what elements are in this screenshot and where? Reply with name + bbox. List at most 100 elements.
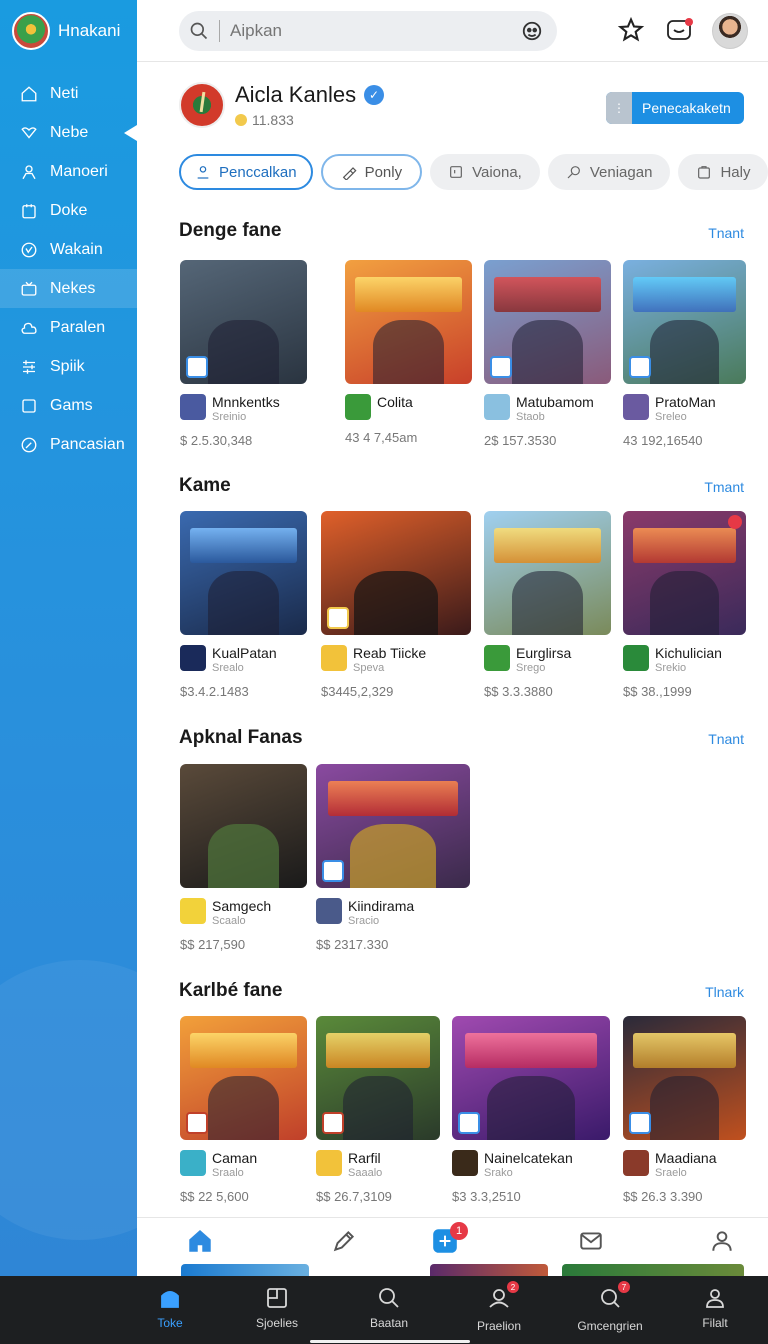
game-card[interactable]: Rarfil Saaalo $$ 26.7,3109 xyxy=(316,1016,440,1204)
game-subtitle: Sracio xyxy=(348,915,380,927)
star-icon[interactable] xyxy=(617,16,645,44)
tab-create[interactable]: 1 xyxy=(432,1222,468,1256)
game-card[interactable]: Kichulician Srekio $$ 38.,1999 xyxy=(623,511,746,699)
app-tab-bar: 1 xyxy=(137,1217,768,1267)
brand-name: Hnakani xyxy=(58,21,121,40)
chip-veniagan[interactable]: Veniagan xyxy=(547,154,671,190)
game-card[interactable]: Reab Tiicke Speva $3445,2,329 xyxy=(321,511,471,699)
game-subtitle: Srekio xyxy=(655,662,687,674)
nav-label: Baatan xyxy=(369,1316,409,1330)
game-price: 43 192,16540 xyxy=(623,433,703,448)
game-subtitle: Scaalo xyxy=(212,915,246,927)
game-name: PratoMan xyxy=(655,394,716,410)
see-all-link[interactable]: Tnant xyxy=(708,731,744,747)
nav-praelion[interactable]: 2 Praelion xyxy=(444,1281,554,1333)
chip-label: Veniagan xyxy=(589,163,653,181)
game-card[interactable]: Kiindirama Sracio $$ 2317.330 xyxy=(316,764,470,952)
top-bar xyxy=(137,0,768,62)
sidebar-item-nebe[interactable]: Nebe xyxy=(0,113,137,152)
clock-icon xyxy=(20,241,38,259)
game-icon xyxy=(345,394,371,420)
game-price: $$ 2317.330 xyxy=(316,937,389,952)
chip-haly[interactable]: Haly xyxy=(678,154,768,190)
user-icon xyxy=(20,163,38,181)
sidebar-item-paralen[interactable]: Paralen xyxy=(0,308,137,347)
game-card[interactable]: KualPatan Srealo $3.4.2.1483 xyxy=(180,511,307,699)
grid-icon xyxy=(267,1288,287,1308)
game-card[interactable]: Eurglirsa Srego $$ 3.3.3880 xyxy=(484,511,611,699)
profile-count: 11.833 xyxy=(252,112,294,128)
home-icon xyxy=(189,1229,211,1252)
primary-action-button[interactable]: ⋮ Penecakaketn xyxy=(606,92,744,124)
sidebar-item-wakain[interactable]: Wakain xyxy=(0,230,137,269)
game-icon xyxy=(484,394,510,420)
sidebar-item-label: Gams xyxy=(50,396,93,414)
sidebar-item-label: Paralen xyxy=(50,318,106,336)
sidebar-item-nekes[interactable]: Nekes xyxy=(0,269,137,308)
avatar[interactable] xyxy=(712,13,748,49)
nav-baatan[interactable]: Baatan xyxy=(334,1286,444,1330)
sidebar-nav: Neti Nebe Manoeri Doke Wakain Nekes Para… xyxy=(0,74,137,464)
search-bar[interactable] xyxy=(179,11,557,51)
chip-penccalkan[interactable]: Penccalkan xyxy=(179,154,313,190)
game-name: Caman xyxy=(212,1150,258,1166)
nav-toke[interactable]: Toke xyxy=(115,1286,225,1330)
nav-filalt[interactable]: Filalt xyxy=(660,1286,768,1330)
game-card[interactable]: Matubamom Staob 2$ 157.3530 xyxy=(484,260,611,448)
sidebar-item-manoeri[interactable]: Manoeri xyxy=(0,152,137,191)
sidebar-item-spiik[interactable]: Spiik xyxy=(0,347,137,386)
nav-gmcengrien[interactable]: 7 Gmcengrien xyxy=(555,1281,665,1333)
game-name: Reab Tiicke xyxy=(353,645,427,661)
game-icon xyxy=(452,1150,478,1176)
profile-logo xyxy=(179,82,225,128)
heart-icon xyxy=(20,124,38,142)
home-icon xyxy=(161,1291,179,1308)
search-input[interactable] xyxy=(230,21,500,41)
brand[interactable]: Hnakani xyxy=(0,0,137,62)
section-title: Kame xyxy=(179,475,231,496)
see-all-link[interactable]: Tmant xyxy=(704,479,744,495)
sidebar-item-neti[interactable]: Neti xyxy=(0,74,137,113)
chip-ponly[interactable]: Ponly xyxy=(320,154,423,190)
game-icon xyxy=(180,898,206,924)
game-price: $$ 26.7,3109 xyxy=(316,1189,392,1204)
coin-icon xyxy=(235,114,247,126)
game-card[interactable]: Colita 43 4 7,45am xyxy=(345,260,472,445)
tab-profile[interactable] xyxy=(709,1228,737,1256)
game-thumbnail xyxy=(180,260,307,384)
nav-sjoelies[interactable]: Sjoelies xyxy=(222,1286,332,1330)
game-price: $$ 3.3.3880 xyxy=(484,684,553,699)
game-name: Samgech xyxy=(212,898,272,914)
see-all-link[interactable]: Tlnark xyxy=(705,984,744,1000)
see-all-link[interactable]: Tnant xyxy=(708,225,744,241)
nav-badge: 2 xyxy=(507,1281,519,1293)
game-card[interactable]: Caman Sraalo $$ 22 5,600 xyxy=(180,1016,307,1204)
section-title: Karlbé fane xyxy=(179,980,283,1001)
game-icon xyxy=(180,645,206,671)
sidebar-item-pancasian[interactable]: Pancasian xyxy=(0,425,137,464)
chip-vaiona[interactable]: Vaiona, xyxy=(430,154,540,190)
profile-header: Aicla Kanles ✓ 11.833 xyxy=(179,82,385,128)
game-card[interactable]: Nainelcatekan Srako $3 3.3,2510 xyxy=(452,1016,610,1204)
game-card[interactable]: Maadiana Sraelo $$ 26.3 3.390 xyxy=(623,1016,746,1204)
sidebar-item-doke[interactable]: Doke xyxy=(0,191,137,230)
peek-card xyxy=(181,1264,309,1276)
game-thumbnail xyxy=(180,1016,307,1140)
chip-label: Ponly xyxy=(364,163,403,181)
brand-logo xyxy=(12,12,50,50)
section-title: Apknal Fanas xyxy=(179,727,303,748)
sidebar-item-gams[interactable]: Gams xyxy=(0,386,137,425)
tab-edit[interactable] xyxy=(331,1228,359,1256)
game-card[interactable]: Mnnkentks Sreinio $ 2.5.30,348 xyxy=(180,260,307,448)
game-card[interactable]: PratoMan Sreleo 43 192,16540 xyxy=(623,260,746,448)
game-subtitle: Sraalo xyxy=(212,1167,244,1179)
game-name: KualPatan xyxy=(212,645,277,661)
sidebar-item-label: Nekes xyxy=(50,279,96,297)
game-card[interactable]: Samgech Scaalo $$ 217,590 xyxy=(180,764,307,952)
tab-home[interactable] xyxy=(187,1228,215,1256)
camera-search-icon[interactable] xyxy=(521,20,543,42)
tab-mail[interactable] xyxy=(578,1228,606,1256)
messages-icon[interactable] xyxy=(665,16,693,44)
search-divider xyxy=(219,20,220,42)
game-icon xyxy=(180,1150,206,1176)
